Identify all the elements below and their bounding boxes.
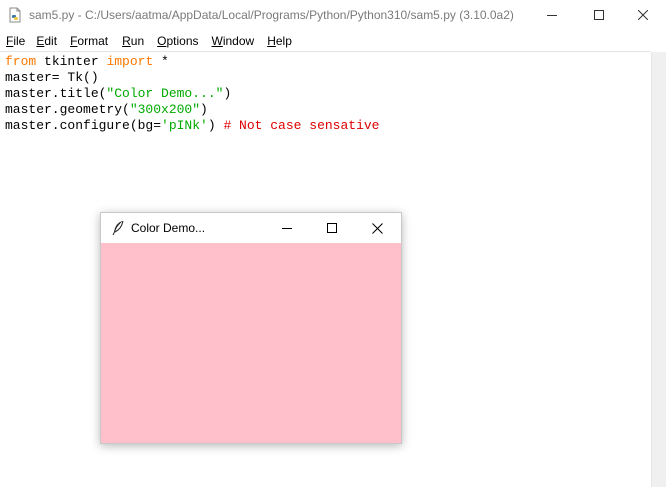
maximize-icon	[594, 10, 604, 20]
menu-bar: File Edit Format Run Options Window Help	[0, 31, 666, 51]
vertical-scrollbar[interactable]	[651, 52, 666, 487]
code-line-1: from tkinter import *	[5, 54, 169, 69]
code-line-4: master.geometry("300x200")	[5, 102, 208, 117]
code-line-2: master= Tk()	[5, 70, 99, 85]
code-line-3: master.title("Color Demo...")	[5, 86, 232, 101]
menu-edit[interactable]: Edit	[36, 31, 57, 51]
close-button[interactable]	[620, 0, 666, 30]
menu-help[interactable]: Help	[267, 31, 292, 51]
menu-run[interactable]: Run	[122, 31, 144, 51]
tk-maximize-button[interactable]	[310, 213, 354, 243]
menu-format[interactable]: Format	[70, 31, 108, 51]
window-title: sam5.py - C:/Users/aatma/AppData/Local/P…	[29, 8, 514, 22]
menu-window[interactable]: Window	[212, 31, 255, 51]
idle-title-bar[interactable]: sam5.py - C:/Users/aatma/AppData/Local/P…	[0, 0, 666, 30]
maximize-button[interactable]	[576, 0, 622, 30]
tk-color-demo-window[interactable]: Color Demo...	[100, 212, 402, 444]
tk-title-bar[interactable]: Color Demo...	[101, 213, 401, 243]
minimize-icon	[547, 15, 557, 16]
tk-close-button[interactable]	[355, 213, 399, 243]
menu-options[interactable]: Options	[157, 31, 198, 51]
menu-file[interactable]: File	[6, 31, 25, 51]
tk-window-title: Color Demo...	[131, 221, 206, 235]
minimize-icon	[282, 228, 292, 229]
maximize-icon	[327, 223, 337, 233]
close-icon	[371, 222, 383, 234]
tk-minimize-button[interactable]	[265, 213, 309, 243]
code-line-5: master.configure(bg='pINk') # Not case s…	[5, 118, 380, 133]
minimize-button[interactable]	[529, 0, 575, 30]
python-file-icon	[7, 7, 23, 23]
code-text: from tkinter import * master= Tk() maste…	[5, 54, 379, 134]
close-icon	[638, 10, 648, 20]
tk-feather-icon	[111, 220, 125, 236]
tk-pink-canvas	[101, 243, 401, 443]
